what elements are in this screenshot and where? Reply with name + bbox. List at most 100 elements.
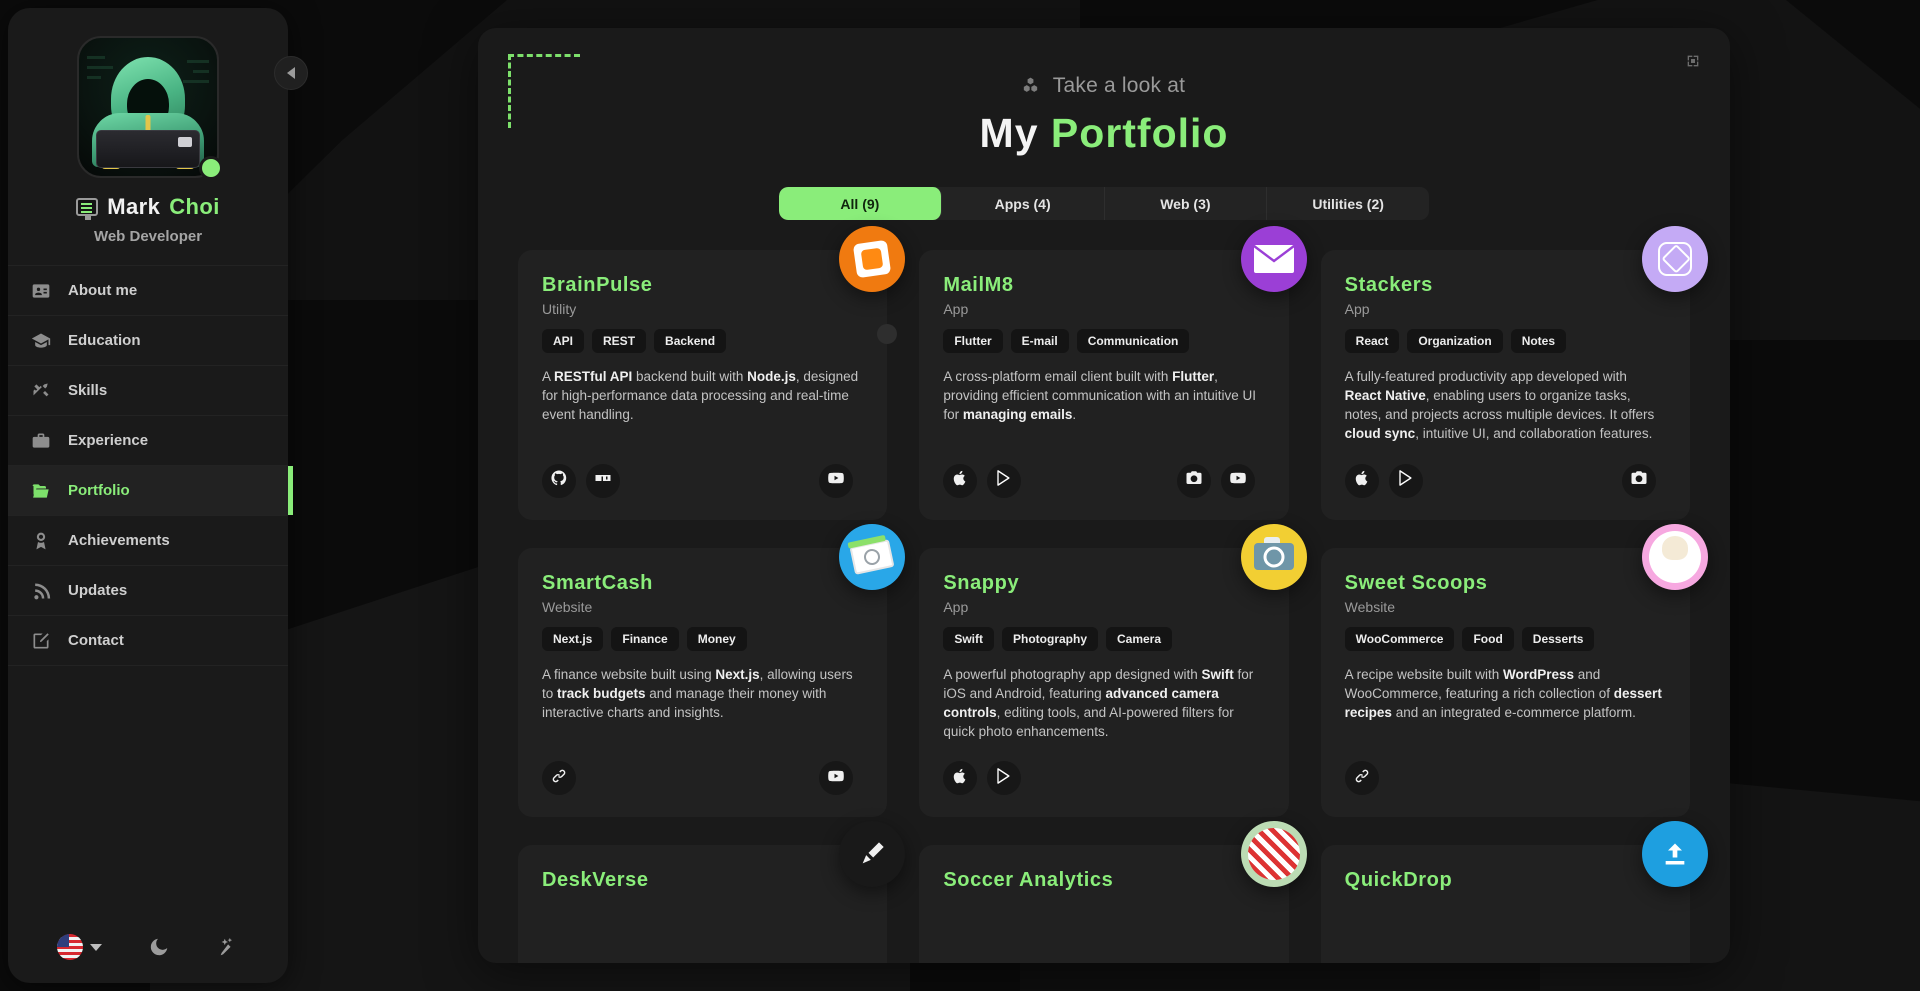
project-tag[interactable]: Camera [1106, 626, 1173, 651]
id-card-icon [30, 280, 52, 302]
project-description: A recipe website built with WordPress an… [1344, 666, 1662, 720]
project-tag[interactable]: Notes [1510, 329, 1567, 353]
sidebar-collapse-button[interactable] [274, 56, 308, 90]
project-badge [1240, 226, 1307, 292]
project-title: Snappy [943, 571, 1020, 594]
google-play-icon [1397, 469, 1415, 492]
expand-button[interactable] [1678, 46, 1708, 76]
project-title: Soccer Analytics [943, 869, 1114, 892]
project-tag[interactable]: Backend [654, 329, 727, 353]
sidebar-item-skills[interactable]: Skills [8, 366, 288, 416]
sidebar-item-about-me[interactable]: About me [8, 266, 288, 316]
page-title: My Portfolio [478, 110, 1730, 157]
project-card[interactable]: DeskVerse [518, 821, 906, 963]
folder-open-icon [30, 480, 52, 502]
project-kind: Utility [542, 301, 577, 317]
project-tag[interactable]: Swift [943, 626, 994, 651]
project-tag[interactable]: Organization [1407, 329, 1503, 353]
cubes-icon [1023, 77, 1037, 92]
project-tag[interactable]: React [1344, 329, 1400, 353]
tab-web[interactable]: Web (3) [1105, 187, 1268, 220]
project-card[interactable]: QuickDrop [1320, 821, 1708, 963]
google-play-icon [995, 767, 1013, 790]
project-tag[interactable]: Finance [611, 626, 679, 651]
tab-apps[interactable]: Apps (4) [942, 187, 1105, 220]
status-dot [199, 156, 223, 180]
project-kind: App [1344, 301, 1370, 317]
sidebar-item-education[interactable]: Education [8, 316, 288, 366]
sidebar-item-label: Skills [68, 382, 108, 399]
magic-wand-icon[interactable] [217, 936, 239, 958]
sidebar-item-updates[interactable]: Updates [8, 566, 288, 616]
project-link-camera[interactable] [1176, 463, 1211, 498]
project-link-npm[interactable] [586, 463, 620, 498]
project-link-apple[interactable] [1344, 463, 1379, 498]
project-link-youtube[interactable] [819, 761, 854, 796]
sidebar-item-label: Education [68, 332, 141, 349]
tab-utilities[interactable]: Utilities (2) [1267, 187, 1429, 220]
project-badge [1240, 523, 1307, 590]
project-kind: App [943, 598, 969, 615]
profile-last-name: Choi [169, 194, 220, 219]
project-link-link[interactable] [1344, 761, 1379, 796]
project-card[interactable]: BrainPulse Utility API REST Backend A RESTful… [518, 226, 906, 520]
project-tag[interactable]: Photography [1002, 626, 1098, 651]
panel-header: Take a look at My Portfolio [478, 28, 1730, 157]
project-tag[interactable]: Flutter [943, 329, 1003, 353]
sidebar-item-label: Updates [68, 582, 128, 599]
page-title-word2: Portfolio [1050, 110, 1229, 156]
project-tag[interactable]: Next.js [542, 626, 604, 651]
briefcase-icon [30, 430, 52, 452]
project-link-google-play[interactable] [987, 761, 1022, 796]
project-link-google-play[interactable] [987, 463, 1022, 498]
panel-eyebrow: Take a look at [478, 74, 1730, 98]
project-title: SmartCash [542, 571, 653, 594]
moon-icon[interactable] [148, 936, 170, 958]
project-badge [1642, 523, 1708, 590]
project-links [1344, 444, 1666, 498]
project-tags: Flutter E-mail Communication [943, 329, 1264, 353]
project-tag[interactable]: Money [686, 626, 747, 651]
link-icon [550, 767, 568, 790]
project-card[interactable]: Snappy App Swift Photography Camera A powerfu… [919, 523, 1307, 818]
project-card[interactable]: MailM8 App Flutter E-mail Communication A cro… [919, 226, 1307, 520]
project-link-apple[interactable] [943, 463, 978, 498]
youtube-icon [827, 469, 845, 492]
project-tag[interactable]: Communication [1076, 329, 1190, 353]
project-badge [839, 226, 906, 292]
sidebar-item-contact[interactable]: Contact [8, 616, 288, 666]
project-tag[interactable]: Food [1462, 626, 1514, 651]
project-tag[interactable]: E-mail [1010, 329, 1069, 353]
google-play-icon [995, 469, 1013, 492]
project-link-apple[interactable] [943, 761, 978, 796]
chevron-left-icon [287, 67, 295, 79]
sidebar-item-achievements[interactable]: Achievements [8, 516, 288, 566]
link-icon [1353, 767, 1371, 790]
project-tag[interactable]: REST [592, 329, 647, 353]
project-card[interactable]: SmartCash Website Next.js Finance Money A fin… [518, 523, 906, 818]
project-card[interactable]: Stackers App React Organization Notes A fully… [1320, 226, 1708, 520]
project-links [1344, 741, 1666, 796]
sidebar-item-experience[interactable]: Experience [8, 416, 288, 466]
project-link-camera[interactable] [1622, 463, 1656, 498]
project-tag[interactable]: WooCommerce [1344, 626, 1455, 651]
project-tag[interactable]: API [542, 329, 585, 353]
project-card[interactable]: Soccer Analytics [919, 821, 1307, 963]
tab-all[interactable]: All (9) [779, 187, 942, 220]
apple-icon [1353, 469, 1371, 492]
project-link-youtube[interactable] [819, 463, 854, 498]
profile-role: Web Developer [93, 228, 203, 245]
project-tag[interactable]: Desserts [1521, 626, 1595, 651]
project-link-link[interactable] [542, 761, 576, 796]
project-link-github[interactable] [542, 463, 576, 498]
camera-icon [1185, 469, 1203, 492]
project-badge [1642, 226, 1708, 292]
project-link-youtube[interactable] [1220, 463, 1255, 498]
project-card[interactable]: Sweet Scoops Website WooCommerce Food Desser… [1320, 523, 1708, 818]
language-selector[interactable] [57, 934, 103, 960]
profile-block: Mark Choi Web Developer [8, 8, 288, 265]
project-link-google-play[interactable] [1388, 463, 1423, 498]
sidebar-item-portfolio[interactable]: Portfolio [8, 466, 293, 516]
project-badge [1642, 821, 1708, 888]
sidebar-item-label: Experience [68, 432, 149, 449]
